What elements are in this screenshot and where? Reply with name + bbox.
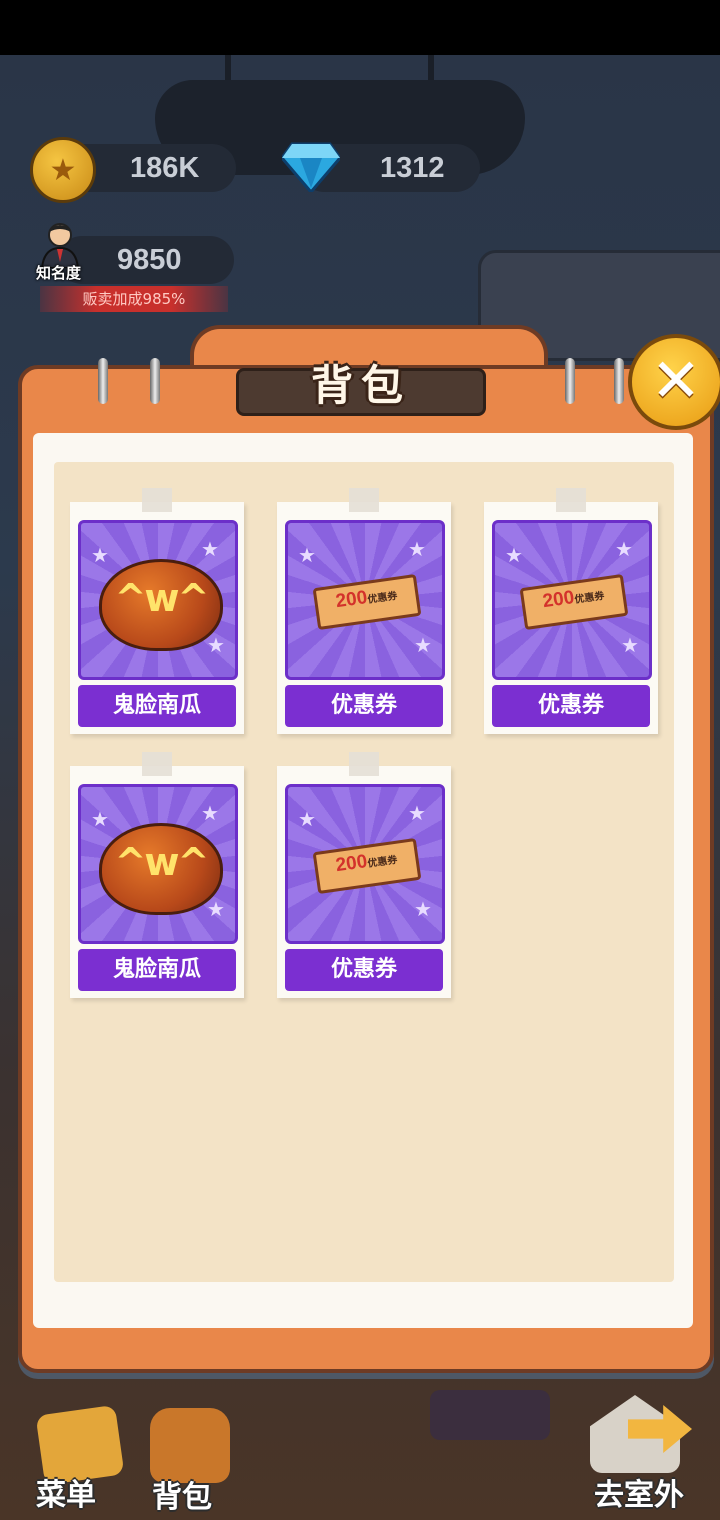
coupon-icon: 200优惠券	[312, 837, 422, 895]
item-card-pumpkin[interactable]: ★ ★ ★ ^w^ 鬼脸南瓜	[70, 488, 244, 734]
item-image: ★ ★ ★ 200优惠券	[285, 520, 445, 680]
coin-icon: ★	[30, 137, 96, 203]
fame-count: 9850	[117, 244, 182, 276]
item-name: 优惠券	[492, 685, 650, 727]
status-bar	[0, 0, 720, 55]
item-card-pumpkin[interactable]: ★ ★ ★ ^w^ 鬼脸南瓜	[70, 752, 244, 998]
menu-button[interactable]: 菜单	[36, 1470, 96, 1514]
binder-ring	[98, 358, 108, 404]
pumpkin-icon: ^w^	[99, 823, 223, 915]
item-card-coupon[interactable]: ★ ★ ★ 200优惠券 优惠券	[484, 488, 658, 734]
item-card-coupon[interactable]: ★ ★ ★ 200优惠券 优惠券	[277, 488, 451, 734]
tape	[142, 752, 172, 776]
item-card-coupon[interactable]: ★ ★ ★ 200优惠券 优惠券	[277, 752, 451, 998]
item-image: ★ ★ ★ 200优惠券	[285, 784, 445, 944]
bag-button[interactable]: 背包	[152, 1472, 212, 1516]
go-outdoor-button[interactable]: 去室外	[594, 1470, 684, 1514]
binder-ring	[150, 358, 160, 404]
tape	[142, 488, 172, 512]
item-name: 鬼脸南瓜	[78, 685, 236, 727]
fame-label: 知名度	[36, 264, 82, 282]
coin-count: 186K	[130, 152, 200, 184]
tape	[349, 752, 379, 776]
diamond-icon	[282, 142, 340, 192]
floor-prop	[430, 1390, 550, 1440]
tape	[349, 488, 379, 512]
binder-ring	[614, 358, 624, 404]
coupon-icon: 200优惠券	[312, 573, 422, 631]
item-image: ★ ★ ★ ^w^	[78, 520, 238, 680]
gem-count: 1312	[380, 152, 445, 184]
coupon-icon: 200优惠券	[519, 573, 629, 631]
item-name: 优惠券	[285, 685, 443, 727]
close-button[interactable]: ✕	[628, 334, 720, 430]
pumpkin-icon: ^w^	[99, 559, 223, 651]
item-name: 鬼脸南瓜	[78, 949, 236, 991]
binder-ring	[565, 358, 575, 404]
sales-bonus-badge: 贩卖加成985%	[40, 286, 228, 312]
item-image: ★ ★ ★ ^w^	[78, 784, 238, 944]
tape	[556, 488, 586, 512]
item-name: 优惠券	[285, 949, 443, 991]
item-image: ★ ★ ★ 200优惠券	[492, 520, 652, 680]
panel-title: 背包	[310, 361, 411, 410]
